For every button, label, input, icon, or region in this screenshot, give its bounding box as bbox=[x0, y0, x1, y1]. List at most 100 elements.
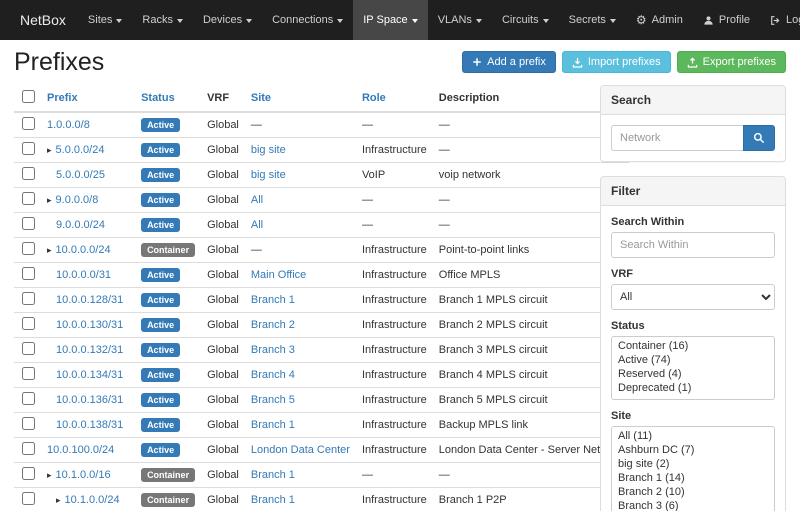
status-cell: Active bbox=[135, 112, 201, 138]
site-link[interactable]: big site bbox=[251, 169, 286, 181]
nav-item-label: Log out bbox=[786, 14, 800, 26]
select-option[interactable]: Reserved (4) bbox=[612, 367, 774, 381]
site-link[interactable]: Branch 1 bbox=[251, 494, 295, 506]
site-link[interactable]: big site bbox=[251, 144, 286, 156]
row-checkbox[interactable] bbox=[22, 267, 35, 280]
column-header-site[interactable]: Site bbox=[245, 85, 356, 112]
site-cell: — bbox=[245, 238, 356, 263]
row-checkbox[interactable] bbox=[22, 492, 35, 505]
prefix-link[interactable]: 5.0.0.0/24 bbox=[56, 144, 105, 156]
nav-item-devices[interactable]: Devices bbox=[193, 0, 262, 40]
nav-item-label: Racks bbox=[142, 14, 173, 26]
site-link[interactable]: Branch 3 bbox=[251, 344, 295, 356]
site-link[interactable]: Main Office bbox=[251, 269, 306, 281]
prefix-link[interactable]: 9.0.0.0/8 bbox=[56, 194, 99, 206]
select-option[interactable]: Ashburn DC (7) bbox=[612, 443, 774, 457]
page-content: Prefixes Add a prefixImport prefixesExpo… bbox=[0, 40, 800, 511]
select-option[interactable]: Branch 1 (14) bbox=[612, 471, 774, 485]
prefix-link[interactable]: 1.0.0.0/8 bbox=[47, 119, 90, 131]
prefix-link[interactable]: 10.0.0.0/31 bbox=[56, 269, 111, 281]
export-prefixes-button[interactable]: Export prefixes bbox=[677, 51, 786, 73]
site-link[interactable]: Branch 4 bbox=[251, 369, 295, 381]
table-row: 10.0.100.0/24ActiveGlobalLondon Data Cen… bbox=[14, 438, 629, 463]
site-link[interactable]: Branch 2 bbox=[251, 319, 295, 331]
site-link[interactable]: Branch 1 bbox=[251, 294, 295, 306]
prefix-link[interactable]: 10.0.0.138/31 bbox=[56, 419, 123, 431]
row-checkbox[interactable] bbox=[22, 317, 35, 330]
role-cell: — bbox=[356, 463, 433, 488]
nav-item-admin[interactable]: ⚙Admin bbox=[626, 0, 693, 40]
nav-item-secrets[interactable]: Secrets bbox=[559, 0, 626, 40]
search-input[interactable] bbox=[611, 125, 743, 151]
select-option[interactable]: All (11) bbox=[612, 429, 774, 443]
search-within-input[interactable] bbox=[611, 232, 775, 258]
nav-item-circuits[interactable]: Circuits bbox=[492, 0, 559, 40]
row-checkbox[interactable] bbox=[22, 367, 35, 380]
column-header-role[interactable]: Role bbox=[356, 85, 433, 112]
nav-item-sites[interactable]: Sites bbox=[78, 0, 132, 40]
chevron-down-icon bbox=[412, 19, 418, 23]
prefix-link[interactable]: 5.0.0.0/25 bbox=[56, 169, 105, 181]
nav-item-log-out[interactable]: Log out bbox=[760, 0, 800, 40]
row-checkbox[interactable] bbox=[22, 142, 35, 155]
prefix-link[interactable]: 10.1.0.0/24 bbox=[65, 494, 120, 506]
row-checkbox[interactable] bbox=[22, 392, 35, 405]
status-cell: Container bbox=[135, 488, 201, 511]
row-checkbox[interactable] bbox=[22, 217, 35, 230]
nav-item-vlans[interactable]: VLANs bbox=[428, 0, 492, 40]
row-checkbox[interactable] bbox=[22, 192, 35, 205]
status-badge: Active bbox=[141, 118, 180, 132]
site-link[interactable]: Branch 1 bbox=[251, 419, 295, 431]
prefix-link[interactable]: 9.0.0.0/24 bbox=[56, 219, 105, 231]
select-option[interactable]: Branch 2 (10) bbox=[612, 485, 774, 499]
prefix-link[interactable]: 10.0.0.0/24 bbox=[56, 244, 111, 256]
prefix-link[interactable]: 10.0.0.130/31 bbox=[56, 319, 123, 331]
select-option[interactable]: Active (74) bbox=[612, 353, 774, 367]
prefix-link[interactable]: 10.0.0.128/31 bbox=[56, 294, 123, 306]
status-select[interactable]: Container (16)Active (74)Reserved (4)Dep… bbox=[611, 336, 775, 400]
row-checkbox[interactable] bbox=[22, 342, 35, 355]
prefix-link[interactable]: 10.0.100.0/24 bbox=[47, 444, 114, 456]
row-checkbox[interactable] bbox=[22, 167, 35, 180]
search-within-label: Search Within bbox=[611, 216, 775, 228]
row-checkbox[interactable] bbox=[22, 242, 35, 255]
nav-item-racks[interactable]: Racks bbox=[132, 0, 193, 40]
site-link[interactable]: All bbox=[251, 194, 263, 206]
select-all-checkbox[interactable] bbox=[22, 90, 35, 103]
column-header-status[interactable]: Status bbox=[135, 85, 201, 112]
select-option[interactable]: Container (16) bbox=[612, 339, 774, 353]
app-brand[interactable]: NetBox bbox=[8, 0, 78, 40]
site-cell: Branch 2 bbox=[245, 313, 356, 338]
select-option[interactable]: Branch 3 (6) bbox=[612, 499, 774, 511]
nav-item-ip-space[interactable]: IP Space bbox=[353, 0, 427, 40]
chevron-down-icon bbox=[246, 19, 252, 23]
prefix-link[interactable]: 10.1.0.0/16 bbox=[56, 469, 111, 481]
row-checkbox[interactable] bbox=[22, 467, 35, 480]
row-checkbox[interactable] bbox=[22, 117, 35, 130]
prefix-cell: 10.0.0.128/31 bbox=[41, 288, 135, 313]
site-link[interactable]: London Data Center bbox=[251, 444, 350, 456]
site-select[interactable]: All (11)Ashburn DC (7)big site (2)Branch… bbox=[611, 426, 775, 511]
role-cell: Infrastructure bbox=[356, 488, 433, 511]
site-link[interactable]: Branch 5 bbox=[251, 394, 295, 406]
row-checkbox[interactable] bbox=[22, 417, 35, 430]
import-prefixes-button[interactable]: Import prefixes bbox=[562, 51, 671, 73]
site-link[interactable]: All bbox=[251, 219, 263, 231]
select-option[interactable]: Deprecated (1) bbox=[612, 381, 774, 395]
select-option[interactable]: big site (2) bbox=[612, 457, 774, 471]
prefix-link[interactable]: 10.0.0.134/31 bbox=[56, 369, 123, 381]
site-link[interactable]: Branch 1 bbox=[251, 469, 295, 481]
status-cell: Active bbox=[135, 413, 201, 438]
add-a-prefix-button[interactable]: Add a prefix bbox=[462, 51, 556, 73]
nav-item-connections[interactable]: Connections bbox=[262, 0, 353, 40]
row-checkbox[interactable] bbox=[22, 442, 35, 455]
column-header-prefix[interactable]: Prefix bbox=[41, 85, 135, 112]
vrf-select[interactable]: All bbox=[611, 284, 775, 310]
row-checkbox[interactable] bbox=[22, 292, 35, 305]
prefix-link[interactable]: 10.0.0.136/31 bbox=[56, 394, 123, 406]
search-button[interactable] bbox=[743, 125, 775, 151]
status-badge: Active bbox=[141, 293, 180, 307]
column-header-vrf: VRF bbox=[201, 85, 245, 112]
nav-item-profile[interactable]: Profile bbox=[693, 0, 760, 40]
prefix-link[interactable]: 10.0.0.132/31 bbox=[56, 344, 123, 356]
